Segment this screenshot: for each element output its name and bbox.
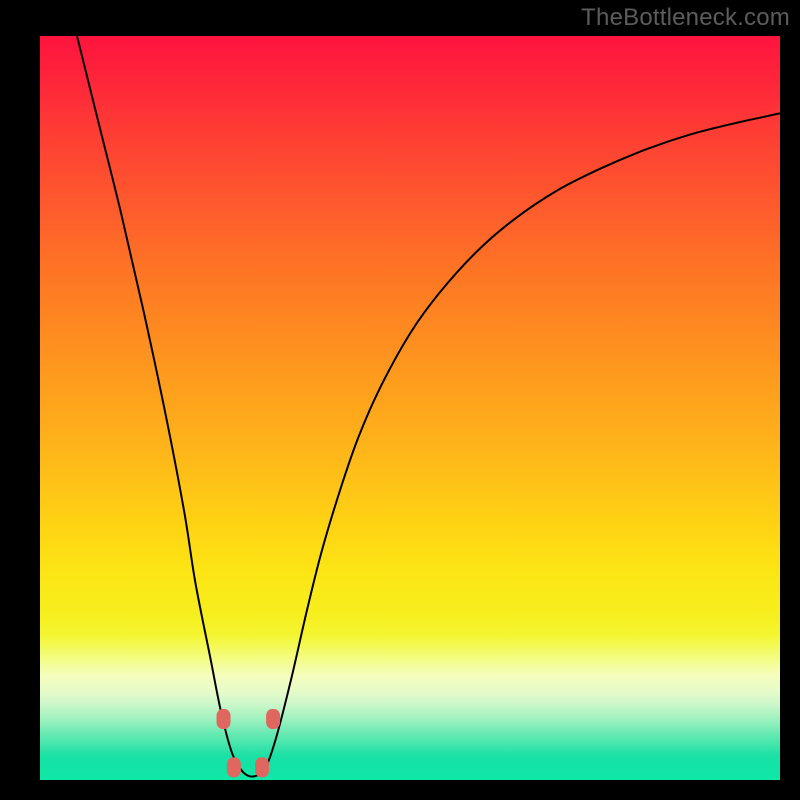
curve-markers xyxy=(217,709,281,777)
curve-marker-0 xyxy=(217,709,231,729)
bottleneck-curve xyxy=(77,36,780,777)
curve-marker-1 xyxy=(227,757,241,777)
plot-area xyxy=(40,36,780,780)
watermark-text: TheBottleneck.com xyxy=(581,4,790,32)
curve-marker-2 xyxy=(255,757,269,777)
curve-marker-3 xyxy=(266,709,280,729)
curve-plot xyxy=(40,36,780,780)
chart-container: TheBottleneck.com xyxy=(0,0,800,800)
